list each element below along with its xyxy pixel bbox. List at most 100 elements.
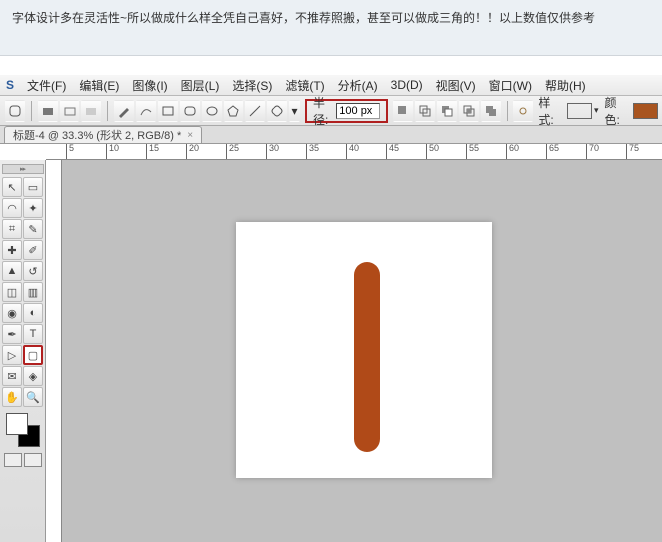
hand-tool[interactable]: ✋ <box>2 387 22 407</box>
history-brush-tool[interactable]: ↺ <box>23 261 43 281</box>
tool-preset-picker[interactable] <box>5 100 25 122</box>
document-tab-bar: 标题-4 @ 33.3% (形状 2, RGB/8) * × <box>0 126 662 144</box>
vertical-ruler <box>46 160 62 542</box>
crop-tool[interactable]: ⌗ <box>2 219 22 239</box>
zoom-tool[interactable]: 🔍 <box>23 387 43 407</box>
gradient-tool[interactable]: ▥ <box>23 282 43 302</box>
pen-icon[interactable] <box>114 100 134 122</box>
menu-view[interactable]: 视图(V) <box>436 77 476 94</box>
rounded-rect-shape-icon[interactable] <box>180 100 200 122</box>
quickmask-row <box>4 453 42 467</box>
menu-analysis[interactable]: 分析(A) <box>338 77 378 94</box>
ruler-tick: 15 <box>146 144 159 160</box>
custom-shape-icon[interactable] <box>267 100 287 122</box>
heal-tool[interactable]: ✚ <box>2 240 22 260</box>
combine-subtract-icon[interactable] <box>437 100 457 122</box>
type-tool[interactable]: T <box>23 324 43 344</box>
separator <box>507 101 508 121</box>
menu-3d[interactable]: 3D(D) <box>391 78 423 92</box>
menu-filter[interactable]: 滤镜(T) <box>285 77 324 94</box>
ruler-tick: 40 <box>346 144 359 160</box>
ruler-tick: 10 <box>106 144 119 160</box>
ruler-tick: 60 <box>506 144 519 160</box>
polygon-shape-icon[interactable] <box>224 100 244 122</box>
rounded-rectangle-tool[interactable]: ▢ <box>23 345 43 365</box>
radius-field-group: 半径: <box>305 99 388 123</box>
path-select-tool[interactable]: ▷ <box>2 345 22 365</box>
ruler-tick: 20 <box>186 144 199 160</box>
horizontal-ruler: 0510152025303540455055606570758085909510… <box>46 144 662 160</box>
mode-path[interactable] <box>60 100 80 122</box>
ruler-tick: 30 <box>266 144 279 160</box>
menu-file[interactable]: 文件(F) <box>27 77 66 94</box>
link-icon[interactable] <box>513 100 533 122</box>
style-swatch[interactable] <box>567 103 592 119</box>
pen-tool[interactable]: ✒ <box>2 324 22 344</box>
ruler-tick: 45 <box>386 144 399 160</box>
ps-logo: S <box>6 78 14 92</box>
combine-intersect-icon[interactable] <box>459 100 479 122</box>
menu-help[interactable]: 帮助(H) <box>545 77 586 94</box>
ruler-tick: 5 <box>66 144 74 160</box>
blur-tool[interactable]: ◉ <box>2 303 22 323</box>
close-tab-icon[interactable]: × <box>187 130 193 141</box>
banner-text: 字体设计多在灵活性~所以做成什么样全凭自己喜好，不推荐照搬，甚至可以做成三角的！… <box>12 11 595 25</box>
ruler-tick: 35 <box>306 144 319 160</box>
move-tool[interactable]: ↖ <box>2 177 22 197</box>
separator <box>31 101 32 121</box>
menu-layer[interactable]: 图层(L) <box>181 77 220 94</box>
style-label: 样式: <box>538 94 562 128</box>
stamp-tool[interactable]: ▲ <box>2 261 22 281</box>
mode-fill-pixels[interactable] <box>81 100 101 122</box>
wand-tool[interactable]: ✦ <box>23 198 43 218</box>
mode-shape-layer[interactable] <box>38 100 58 122</box>
canvas-viewport[interactable] <box>46 160 662 542</box>
ruler-tick: 50 <box>426 144 439 160</box>
foreground-color[interactable] <box>6 413 28 435</box>
options-bar: ▾ 半径: 样式: ▾ 颜色: <box>0 96 662 126</box>
brush-tool[interactable]: ✐ <box>23 240 43 260</box>
color-picker[interactable] <box>6 413 40 447</box>
3d-tool[interactable]: ◈ <box>23 366 43 386</box>
line-shape-icon[interactable] <box>245 100 265 122</box>
radius-label: 半径: <box>313 94 332 128</box>
tool-panel: ▸▸ ↖ ▭ ◠ ✦ ⌗ ✎ ✚ ✐ ▲ ↺ ◫ ▥ ◉ ◐ ✒ T ▷ ▢ ✉… <box>0 160 46 542</box>
eyedropper-tool[interactable]: ✎ <box>23 219 43 239</box>
menu-image[interactable]: 图像(I) <box>132 77 167 94</box>
dodge-tool[interactable]: ◐ <box>23 303 43 323</box>
canvas[interactable] <box>236 222 492 478</box>
ruler-tick: 25 <box>226 144 239 160</box>
notes-tool[interactable]: ✉ <box>2 366 22 386</box>
ruler-tick: 70 <box>586 144 599 160</box>
combine-exclude-icon[interactable] <box>481 100 501 122</box>
freeform-pen-icon[interactable] <box>136 100 156 122</box>
ruler-tick: 75 <box>626 144 639 160</box>
combine-new-icon[interactable] <box>393 100 413 122</box>
style-dropdown-icon[interactable]: ▾ <box>594 105 599 116</box>
panel-grip[interactable]: ▸▸ <box>2 164 44 174</box>
tab-title: 标题-4 @ 33.3% (形状 2, RGB/8) * <box>13 127 181 143</box>
rectangle-shape-icon[interactable] <box>158 100 178 122</box>
marquee-tool[interactable]: ▭ <box>23 177 43 197</box>
instruction-banner: 字体设计多在灵活性~所以做成什么样全凭自己喜好，不推荐照搬，甚至可以做成三角的！… <box>0 0 662 56</box>
rounded-rect-shape[interactable] <box>354 262 380 452</box>
quickmask-mode-icon[interactable] <box>24 453 42 467</box>
ellipse-shape-icon[interactable] <box>202 100 222 122</box>
menu-window[interactable]: 窗口(W) <box>489 77 532 94</box>
ruler-tick: 65 <box>546 144 559 160</box>
color-swatch[interactable] <box>633 103 658 119</box>
eraser-tool[interactable]: ◫ <box>2 282 22 302</box>
menu-select[interactable]: 选择(S) <box>232 77 272 94</box>
document-tab[interactable]: 标题-4 @ 33.3% (形状 2, RGB/8) * × <box>4 126 202 143</box>
radius-input[interactable] <box>336 103 380 119</box>
ruler-tick: 55 <box>466 144 479 160</box>
tool-grid: ↖ ▭ ◠ ✦ ⌗ ✎ ✚ ✐ ▲ ↺ ◫ ▥ ◉ ◐ ✒ T ▷ ▢ ✉ ◈ … <box>2 177 43 407</box>
separator <box>107 101 108 121</box>
shape-options-dropdown[interactable]: ▾ <box>289 100 300 122</box>
standard-mode-icon[interactable] <box>4 453 22 467</box>
menu-edit[interactable]: 编辑(E) <box>79 77 119 94</box>
combine-add-icon[interactable] <box>415 100 435 122</box>
lasso-tool[interactable]: ◠ <box>2 198 22 218</box>
color-label: 颜色: <box>604 94 628 128</box>
work-area: ▸▸ ↖ ▭ ◠ ✦ ⌗ ✎ ✚ ✐ ▲ ↺ ◫ ▥ ◉ ◐ ✒ T ▷ ▢ ✉… <box>0 160 662 542</box>
